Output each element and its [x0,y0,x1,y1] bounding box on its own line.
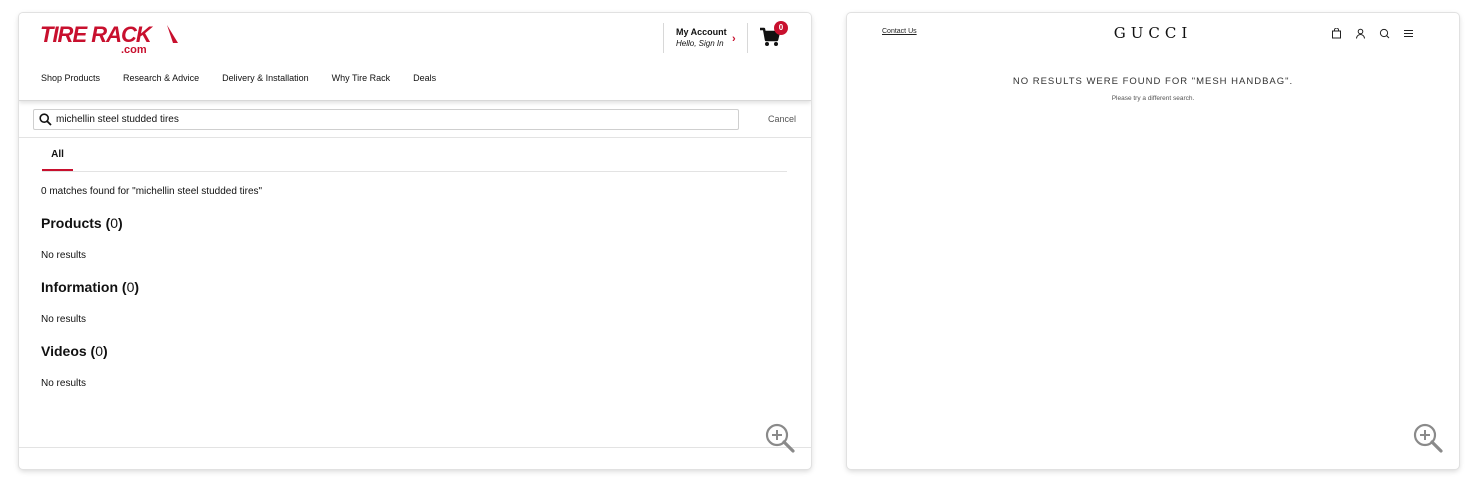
section-title: Products [41,215,102,231]
section-title: Videos [41,343,87,359]
no-results-hint: Please try a different search. [1111,95,1195,102]
account-icon[interactable] [1355,28,1366,39]
nav-shop-products[interactable]: Shop Products [41,73,100,83]
nav-why-tire-rack[interactable]: Why Tire Rack [332,73,391,83]
section-heading-videos: Videos (0) [41,343,108,359]
zoom-in-icon[interactable] [1413,423,1443,453]
nav-research-advice[interactable]: Research & Advice [123,73,199,83]
tirerack-window: TIRE RACK .com My Account Hello, Sign In… [19,13,811,469]
divider [42,171,787,172]
header-icons [1331,28,1414,39]
section-count: 0 [110,215,119,231]
main-nav: Shop Products Research & Advice Delivery… [41,73,436,83]
tirerack-logo[interactable]: TIRE RACK .com [39,21,181,55]
no-results-videos: No results [41,378,87,389]
no-results-information: No results [41,314,87,325]
menu-icon[interactable] [1403,28,1414,39]
section-heading-information: Information (0) [41,279,140,295]
divider [19,447,811,448]
search-input[interactable] [56,111,716,127]
search-icon[interactable] [1379,28,1390,39]
contact-us-link[interactable]: Contact Us [882,28,917,35]
tab-all[interactable]: All [42,149,73,171]
results-summary: 0 matches found for "michellin steel stu… [41,186,263,197]
search-bar [33,109,739,130]
cart-count-badge: 0 [774,21,788,35]
section-title: Information [41,279,118,295]
cancel-button[interactable]: Cancel [768,114,796,124]
no-results-products: No results [41,250,87,261]
divider [19,137,811,138]
nav-deals[interactable]: Deals [413,73,436,83]
section-count: 0 [95,343,104,359]
search-icon [39,113,52,126]
zoom-in-icon[interactable] [765,423,795,453]
gucci-logo[interactable]: GUCCI [1083,24,1223,42]
section-heading-products: Products (0) [41,215,123,231]
no-results-message: NO RESULTS WERE FOUND FOR "MESH HANDBAG"… [1012,76,1294,87]
tirerack-header: TIRE RACK .com My Account Hello, Sign In… [19,13,811,101]
gucci-window: Contact Us GUCCI NO RESULTS WERE FOUND F… [847,13,1459,469]
chevron-right-icon: › [732,33,736,45]
bag-icon[interactable] [1331,28,1342,39]
divider [747,23,748,53]
nav-delivery-installation[interactable]: Delivery & Installation [222,73,309,83]
svg-text:.com: .com [121,44,147,55]
section-count: 0 [126,279,135,295]
my-account-button[interactable]: My Account Hello, Sign In › [663,23,746,53]
